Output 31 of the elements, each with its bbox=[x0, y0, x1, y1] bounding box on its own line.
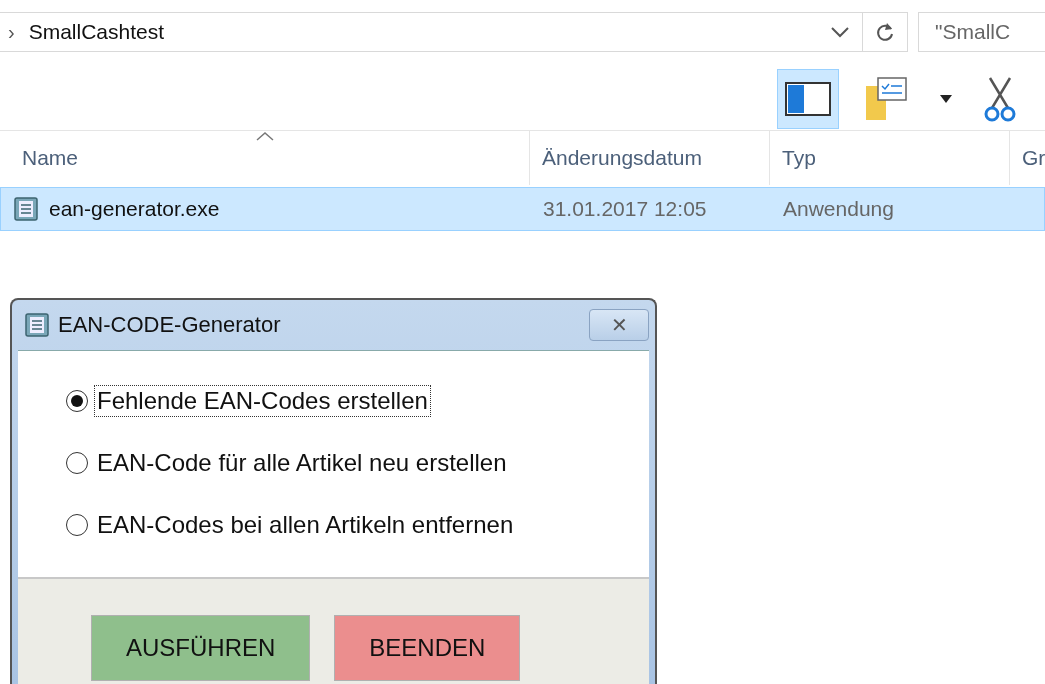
refresh-icon[interactable] bbox=[875, 21, 895, 43]
column-header[interactable]: Änderungsdatum bbox=[530, 131, 770, 185]
search-field[interactable]: "SmallC bbox=[918, 12, 1045, 52]
option-label[interactable]: Fehlende EAN-Codes erstellen bbox=[94, 385, 431, 417]
sort-caret-icon bbox=[255, 131, 274, 141]
application-icon bbox=[24, 312, 50, 338]
preview-pane-icon bbox=[784, 79, 832, 119]
column-header[interactable]: Gr bbox=[1010, 131, 1045, 185]
folder-list-icon bbox=[864, 76, 908, 122]
radio-button[interactable] bbox=[66, 514, 88, 536]
chevron-down-icon[interactable] bbox=[830, 26, 850, 38]
option-label[interactable]: EAN-Code für alle Artikel neu erstellen bbox=[94, 447, 510, 479]
table-cell: Anwendung bbox=[783, 197, 894, 221]
window-title: EAN-CODE-Generator bbox=[58, 312, 282, 338]
application-icon bbox=[13, 196, 39, 222]
radio-button[interactable] bbox=[66, 452, 88, 474]
action-button[interactable]: AUSFÜHREN bbox=[91, 615, 311, 681]
file-name: ean-generator.exe bbox=[49, 197, 220, 221]
column-header[interactable]: Typ bbox=[770, 131, 1010, 185]
cut-icon bbox=[984, 76, 1016, 122]
column-header[interactable]: Name bbox=[0, 131, 530, 185]
address-path[interactable]: SmallCashtest bbox=[28, 20, 818, 44]
breadcrumb-chevron[interactable]: › bbox=[8, 20, 15, 44]
file-row[interactable]: ean-generator.exe 31.01.2017 12:05 Anwendung bbox=[0, 187, 1045, 231]
toolbar-button[interactable] bbox=[777, 69, 839, 129]
table-cell: 31.01.2017 12:05 bbox=[543, 197, 707, 221]
radio-button[interactable] bbox=[66, 390, 88, 412]
close-button[interactable]: ✕ bbox=[589, 309, 649, 341]
option-label[interactable]: EAN-Codes bei allen Artikeln entfernen bbox=[94, 509, 517, 541]
action-button[interactable]: BEENDEN bbox=[334, 615, 521, 681]
caret-icon bbox=[940, 95, 952, 103]
